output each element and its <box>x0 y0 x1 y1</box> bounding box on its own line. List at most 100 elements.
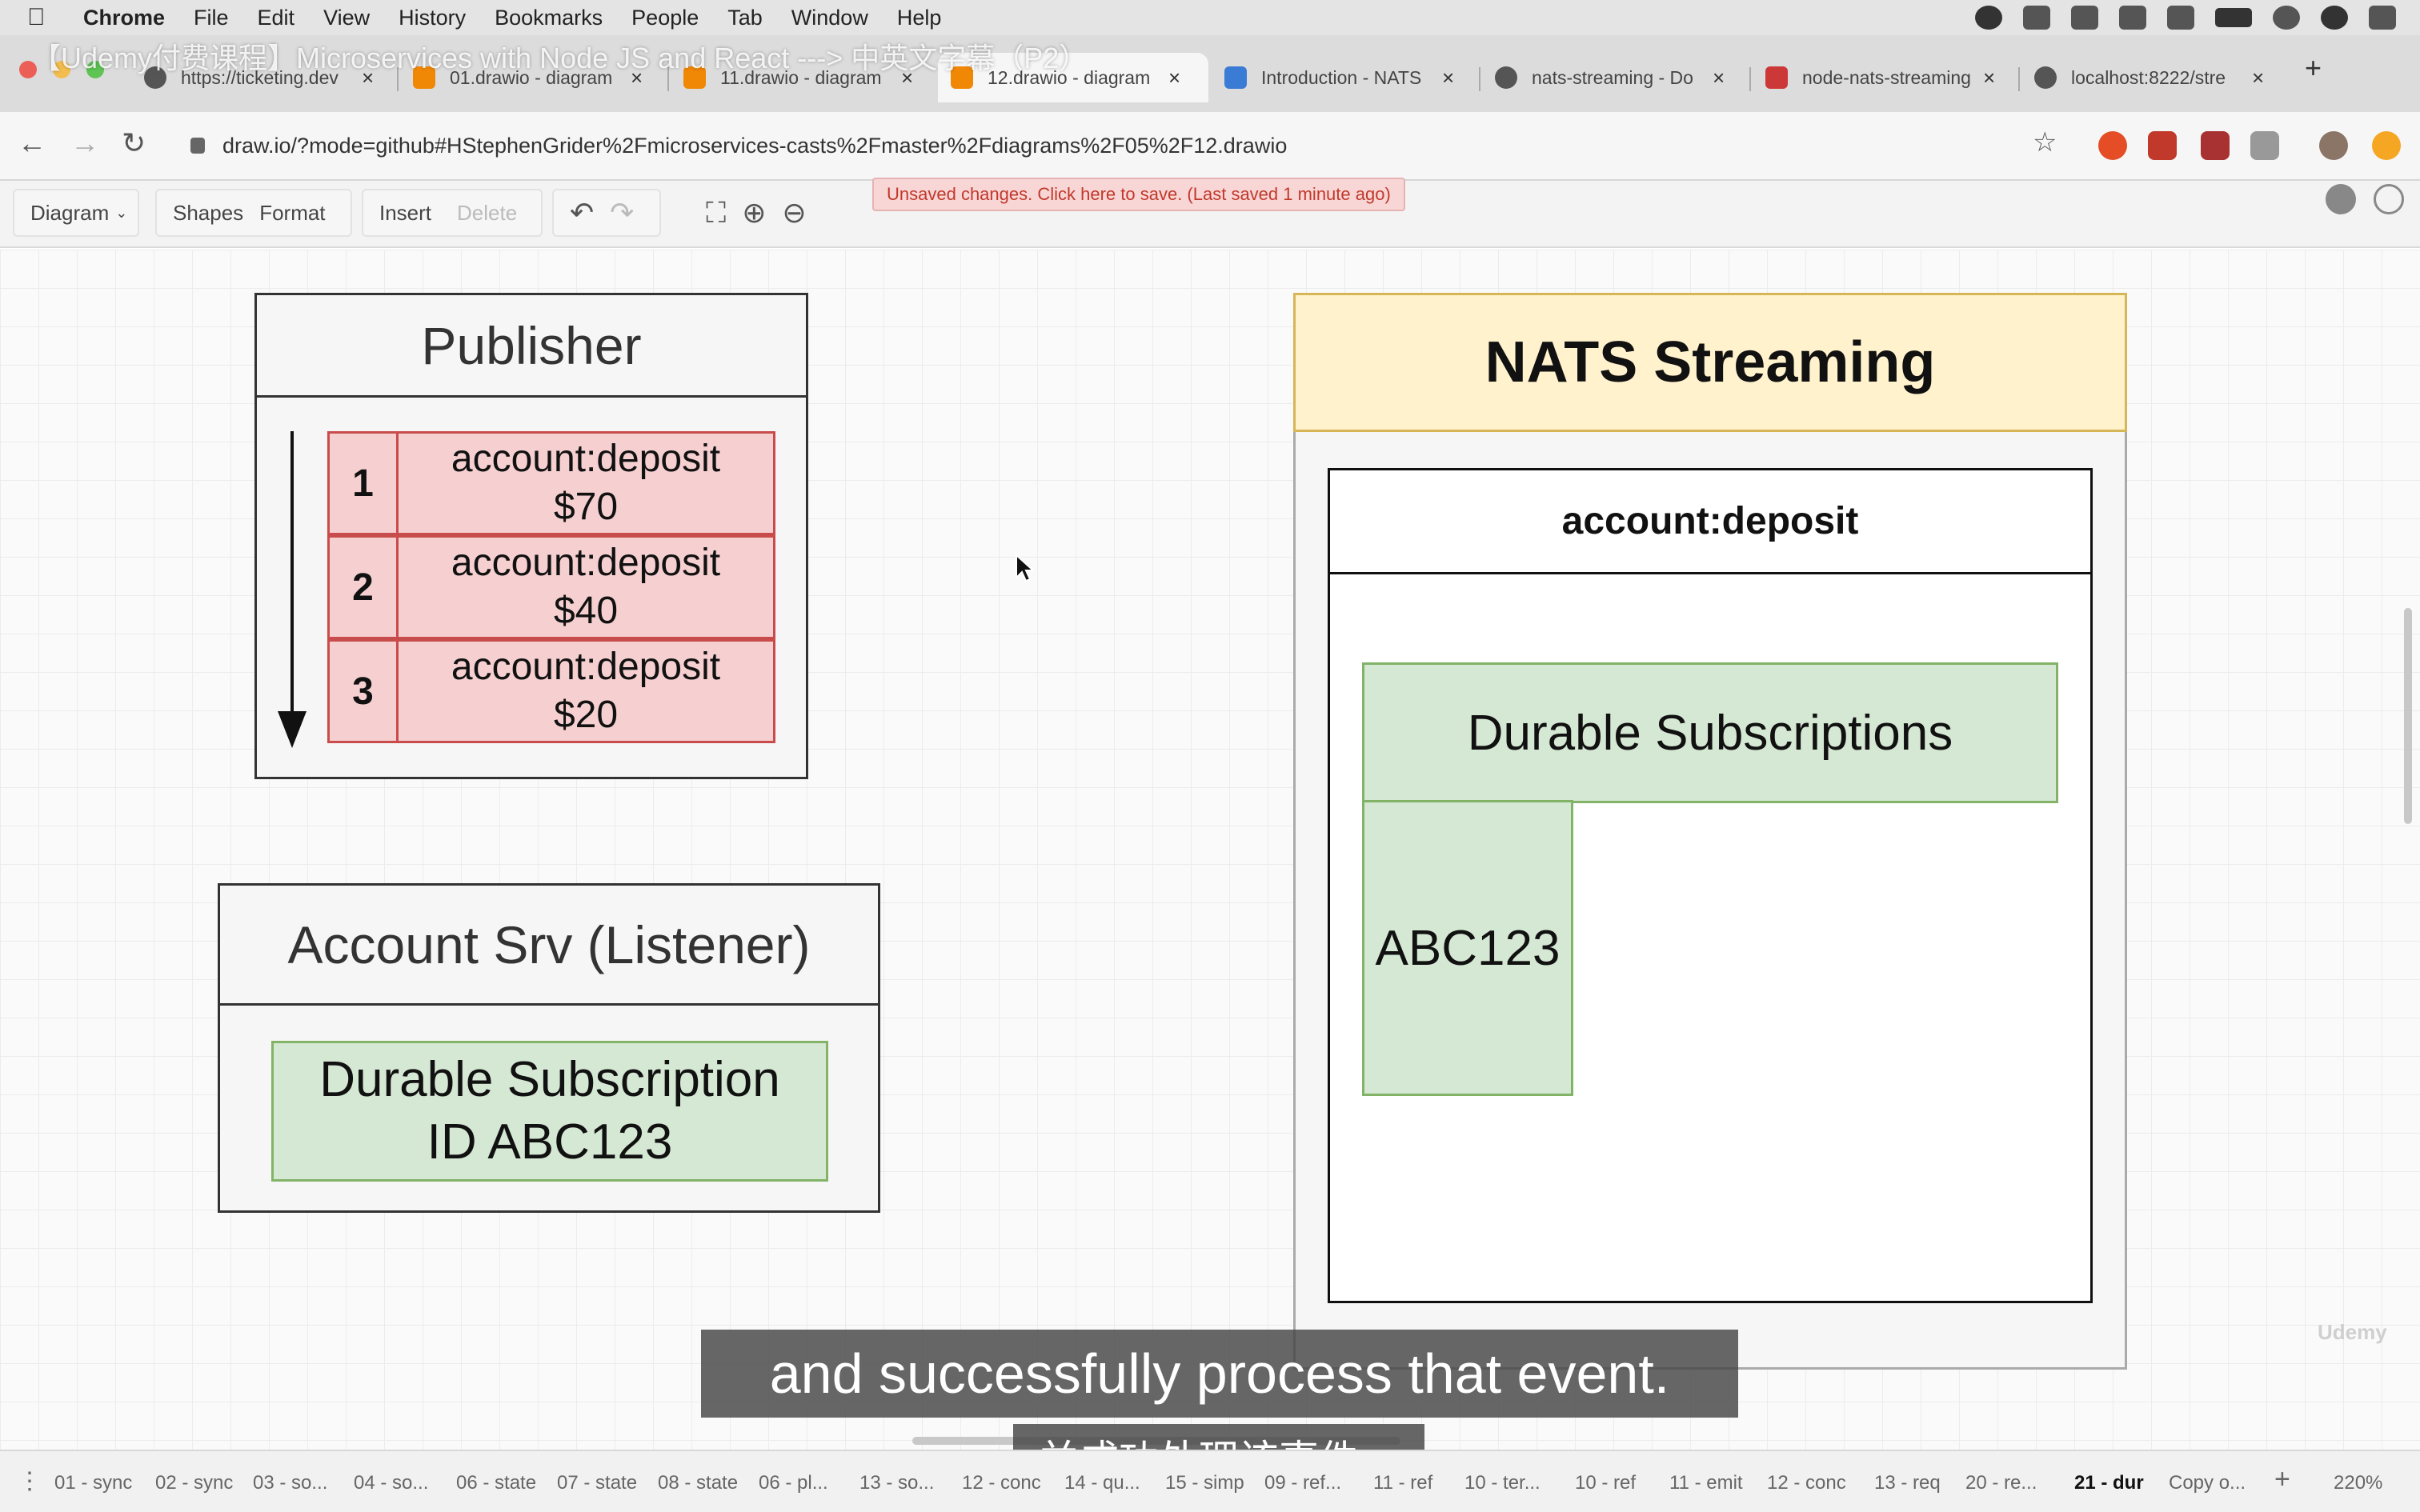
extension-icon[interactable] <box>2372 131 2401 160</box>
diagram-menu[interactable]: Diagram ⌄ <box>13 189 139 237</box>
page-tab[interactable]: 10 - ref <box>1575 1472 1636 1494</box>
durable-subscription-box[interactable]: Durable Subscription ID ABC123 <box>271 1041 828 1182</box>
page-tab[interactable]: 09 - ref... <box>1264 1472 1341 1494</box>
url-field[interactable]: draw.io/?mode=github#HStephenGrider%2Fmi… <box>174 125 2047 166</box>
close-tab-icon[interactable]: × <box>2252 66 2264 90</box>
page-tab[interactable]: 11 - emit <box>1669 1472 1743 1494</box>
page-tab[interactable]: Copy o... <box>2169 1472 2246 1494</box>
page-tab[interactable]: 11 - ref <box>1373 1472 1432 1494</box>
glasses-icon[interactable] <box>2119 6 2146 30</box>
globe-icon <box>2034 66 2057 89</box>
reload-icon[interactable]: ↻ <box>122 126 146 160</box>
siri-icon[interactable] <box>2321 6 2348 30</box>
forward-arrow-icon[interactable]: → <box>70 126 99 160</box>
diagram-canvas[interactable]: Publisher 1 account:deposit $70 2 accoun… <box>0 250 2420 1450</box>
zoom-out-icon[interactable]: ⊖ <box>782 196 806 230</box>
delete-button[interactable]: Delete <box>457 201 517 226</box>
format-button[interactable]: Format <box>259 201 325 226</box>
panels-menu: Shapes Format <box>155 189 352 237</box>
zoom-level[interactable]: 220% <box>2334 1472 2382 1494</box>
page-tab-active[interactable]: 21 - dur <box>2074 1472 2144 1494</box>
page-tab[interactable]: 01 - sync <box>54 1472 132 1494</box>
page-tab[interactable]: 08 - state <box>658 1472 738 1494</box>
cloud-icon[interactable] <box>2023 6 2050 30</box>
event-name: account:deposit <box>451 646 721 688</box>
redo-icon[interactable]: ↷ <box>610 196 634 230</box>
extension-icon[interactable] <box>2250 131 2279 160</box>
menu-tab[interactable]: Tab <box>727 6 763 30</box>
notification-center-icon[interactable] <box>2369 6 2396 30</box>
page-tab[interactable]: 06 - state <box>456 1472 536 1494</box>
page-tab[interactable]: 02 - sync <box>155 1472 233 1494</box>
close-tab-icon[interactable]: × <box>1442 66 1454 90</box>
unsaved-changes-banner[interactable]: Unsaved changes. Click here to save. (La… <box>872 178 1405 211</box>
close-tab-icon[interactable]: × <box>1713 66 1725 90</box>
publisher-box[interactable]: Publisher 1 account:deposit $70 2 accoun… <box>254 293 808 779</box>
back-arrow-icon[interactable]: ← <box>18 126 46 160</box>
profile-avatar[interactable] <box>2319 131 2348 160</box>
globe-language-icon[interactable] <box>2374 184 2404 214</box>
page-tab[interactable]: 06 - pl... <box>759 1472 828 1494</box>
page-tab[interactable]: 15 - simp <box>1165 1472 1244 1494</box>
durable-subscriptions-header[interactable]: Durable Subscriptions <box>1362 662 2058 803</box>
subscription-id-cell[interactable]: ABC123 <box>1362 800 1573 1096</box>
page-tab[interactable]: 07 - state <box>557 1472 637 1494</box>
spotlight-search-icon[interactable] <box>2273 6 2300 30</box>
menu-app-name[interactable]: Chrome <box>83 6 165 30</box>
menu-help[interactable]: Help <box>897 6 942 30</box>
event-row[interactable]: 3 account:deposit $20 <box>327 639 775 743</box>
history-group: ↶ ↷ <box>552 189 661 237</box>
event-text: account:deposit $70 <box>399 434 773 533</box>
nats-streaming-title: NATS Streaming <box>1293 293 2127 432</box>
close-tab-icon[interactable]: × <box>1168 66 1180 90</box>
app-tray-icon[interactable] <box>1975 6 2002 30</box>
mac-menubar:  Chrome File Edit View History Bookmark… <box>0 0 2420 35</box>
page-tab[interactable]: 12 - conc <box>962 1472 1041 1494</box>
menu-view[interactable]: View <box>323 6 370 30</box>
event-row[interactable]: 2 account:deposit $40 <box>327 535 775 639</box>
browser-tab[interactable]: Introduction - NATS × <box>1212 53 1454 102</box>
event-row[interactable]: 1 account:deposit $70 <box>327 431 775 535</box>
page-tab[interactable]: 10 - ter... <box>1464 1472 1541 1494</box>
page-tab[interactable]: 04 - so... <box>354 1472 428 1494</box>
extension-icon[interactable] <box>2098 131 2127 160</box>
new-tab-button[interactable]: + <box>2305 51 2322 85</box>
listener-title: Account Srv (Listener) <box>220 886 878 1006</box>
browser-tab[interactable]: node-nats-streaming × <box>1753 53 1995 102</box>
fit-screen-icon[interactable]: ⛶ <box>706 196 726 230</box>
channel-box[interactable]: account:deposit Durable Subscriptions AB… <box>1328 468 2093 1303</box>
menu-people[interactable]: People <box>631 6 699 30</box>
menu-edit[interactable]: Edit <box>258 6 295 30</box>
bookmark-star-icon[interactable]: ☆ <box>2033 126 2057 158</box>
wifi-icon[interactable] <box>2167 6 2194 30</box>
close-tab-icon[interactable]: × <box>1983 66 1995 90</box>
nats-streaming-box[interactable]: NATS Streaming account:deposit Durable S… <box>1293 293 2127 1370</box>
menu-window[interactable]: Window <box>791 6 868 30</box>
browser-tab[interactable]: localhost:8222/stre × <box>2021 53 2264 102</box>
add-page-button[interactable]: + <box>2274 1464 2290 1495</box>
listener-box[interactable]: Account Srv (Listener) Durable Subscript… <box>218 883 880 1213</box>
page-tab[interactable]: 13 - req <box>1874 1472 1941 1494</box>
page-tab[interactable]: 12 - conc <box>1767 1472 1846 1494</box>
pages-menu-icon[interactable]: ⋮ <box>18 1467 42 1495</box>
page-tab[interactable]: 03 - so... <box>253 1472 327 1494</box>
url-text: draw.io/?mode=github#HStephenGrider%2Fmi… <box>222 133 1288 158</box>
menu-bookmarks[interactable]: Bookmarks <box>495 6 603 30</box>
user-icon[interactable] <box>2326 184 2356 214</box>
vertical-scrollbar[interactable] <box>2404 608 2412 824</box>
insert-button[interactable]: Insert <box>379 201 431 226</box>
zoom-in-icon[interactable]: ⊕ <box>742 196 766 230</box>
battery-icon[interactable] <box>2215 8 2252 27</box>
menu-history[interactable]: History <box>399 6 466 30</box>
shapes-button[interactable]: Shapes <box>173 201 243 226</box>
extension-icon[interactable] <box>2201 131 2230 160</box>
undo-icon[interactable]: ↶ <box>570 196 594 230</box>
extension-icon[interactable] <box>2148 131 2177 160</box>
browser-tab[interactable]: nats-streaming - Do × <box>1482 53 1725 102</box>
apple-icon[interactable]:  <box>27 4 62 31</box>
menu-file[interactable]: File <box>194 6 229 30</box>
page-tab[interactable]: 13 - so... <box>859 1472 934 1494</box>
docker-icon[interactable] <box>2071 6 2098 30</box>
page-tab[interactable]: 14 - qu... <box>1064 1472 1140 1494</box>
page-tab[interactable]: 20 - re... <box>1965 1472 2037 1494</box>
